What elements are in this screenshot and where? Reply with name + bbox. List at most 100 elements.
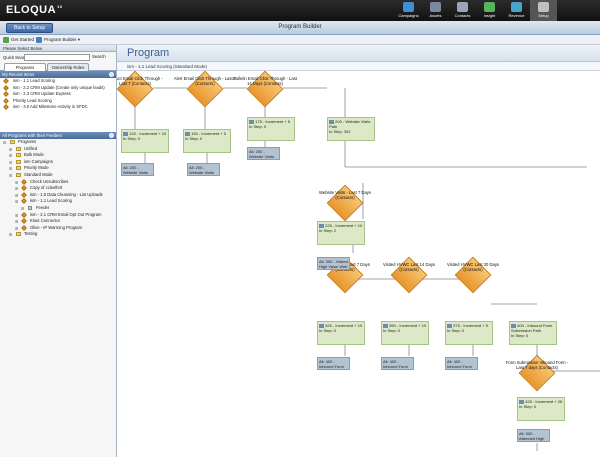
decision-node[interactable]: Product Email Click Through - Last 7 (Co…	[117, 70, 163, 108]
tab-ownership-rules[interactable]: Ownership Rules	[47, 63, 89, 71]
step-name: Increment +	[265, 119, 287, 124]
nav-assets[interactable]: Assets	[422, 0, 449, 21]
recent-item[interactable]: ism - 1.1 Lead Scoring	[0, 78, 116, 85]
action-node[interactable]: All: 400 - Inbound Form Submission Path	[381, 357, 414, 370]
step-node[interactable]: 225 - Increment + 10 In Step: 2	[317, 221, 365, 245]
back-to-setup-button[interactable]: Back to Setup	[6, 23, 54, 33]
decision-label: Product Email Click Through - Last 7 (Co…	[117, 76, 163, 86]
quick-search: Quick Search: Search	[0, 52, 116, 63]
nav-label: Assets	[429, 13, 442, 18]
step-count: In Step: 0	[123, 136, 141, 141]
step-node[interactable]: 350 - Increment + 10 In Step: 0	[381, 321, 429, 345]
tree-item[interactable]: ⊞ Copy of ccleelfert	[0, 185, 116, 192]
expand-icon[interactable]: ⊞	[9, 232, 12, 239]
collapse-icon[interactable]	[109, 72, 114, 77]
step-node[interactable]: 425 - Increment + 25 In Step: 0	[517, 397, 565, 421]
decision-label: Visited HVWC Last 14 Days (Contacts)	[382, 262, 436, 272]
tree-item[interactable]: ⊞ Testing	[0, 231, 116, 238]
search-button[interactable]: Search	[92, 54, 106, 59]
program-icon	[3, 91, 9, 98]
get-started-button[interactable]: Get Started	[3, 36, 34, 44]
action-node[interactable]: All: 200 - Website Visits Path	[247, 147, 280, 160]
step-count: In Step: 0	[383, 328, 401, 333]
nav-insight[interactable]: Insight	[476, 0, 503, 21]
nav-revenue[interactable]: Revenue	[503, 0, 530, 21]
step-count: In Step: 392	[329, 129, 351, 134]
action-label: All: 200 - Website Visits Path	[123, 165, 148, 175]
step-count: In Step: 0	[185, 136, 203, 141]
step-name: Increment +	[535, 399, 557, 404]
step-node[interactable]: 150 - Increment + 5 In Step: 0	[183, 129, 231, 153]
page-title: Program Builder	[278, 24, 322, 30]
folder-icon	[16, 166, 21, 171]
tree-item[interactable]: ⊞ ism Campaigns	[0, 159, 116, 166]
step-node[interactable]: 200 - Website Visits Path In Step: 392	[327, 117, 375, 141]
tree-item-label: Bulk Mode	[24, 152, 44, 158]
action-node[interactable]: All: 200 - Website Visits Path	[121, 163, 154, 176]
tree-item[interactable]: ⊞ Priority Mode	[0, 165, 116, 172]
tree-item[interactable]: ⊞ ism - 1.1 Lead Scoring	[0, 198, 116, 205]
search-input[interactable]	[24, 54, 90, 61]
tree-item[interactable]: ⊞ Feeder	[0, 205, 116, 212]
program-icon	[21, 198, 27, 205]
folder-icon	[16, 153, 21, 158]
action-node[interactable]: All: 400 - Inbound Form Submission Path	[317, 357, 350, 370]
nav-campaigns[interactable]: Campaigns	[395, 0, 422, 21]
action-label: All: 500 - Attended High Touch Event	[519, 431, 545, 441]
decision-node[interactable]: Form Submission Inbound Form - Last 7 da…	[506, 354, 568, 392]
tree-item[interactable]: ⊞ Standard Mode	[0, 172, 116, 179]
all-programs-header: All Programs with their Feeders	[0, 132, 116, 139]
step-count: In Step: 0	[249, 124, 267, 129]
tree-item[interactable]: ⊞ Check Unsubscribes	[0, 179, 116, 186]
step-count: In Step: 2	[319, 228, 337, 233]
action-node[interactable]: All: 400 - Inbound Form Submission Path	[445, 357, 478, 370]
action-node[interactable]: All: 300 - Visited High Value Web Conten…	[317, 257, 350, 270]
tree-item[interactable]: ⊞ ism - 2.1 CRM Email Opt Out Program	[0, 212, 116, 219]
sidebar-header: Please Select Below	[0, 45, 116, 52]
sidebar-tabs: Programs Ownership Rules	[0, 63, 116, 71]
tree-item[interactable]: ⊞ Klout Connector	[0, 218, 116, 225]
step-node[interactable]: 375 - Increment + 5 In Step: 0	[445, 321, 493, 345]
recent-item[interactable]: Priority Lead Scoring	[0, 98, 116, 105]
step-count: In Step: 0	[511, 333, 529, 338]
tree-item[interactable]: ⊞ ism - 1.0 Data Cleansing - List Uploads	[0, 192, 116, 199]
get-started-icon	[3, 37, 9, 43]
collapse-icon[interactable]	[109, 133, 114, 138]
decision-label: Bulletin Email Click Through - Last 14 D…	[233, 76, 297, 86]
step-count: In Step: 0	[447, 328, 465, 333]
assets-icon	[430, 2, 441, 12]
sub-header: Program Builder Back to Setup	[0, 21, 600, 35]
program-builder-menu[interactable]: Program Builder ▾	[36, 36, 80, 44]
decision-node[interactable]: Visited HVWC Last 14 Days (Contacts)	[383, 256, 435, 294]
contacts-icon	[457, 2, 468, 12]
tree-item[interactable]: ⊞ Olive - IP Warming Program	[0, 225, 116, 232]
action-node[interactable]: All: 200 - Website Visits Path	[187, 163, 220, 176]
tree-item-label: Check Unsubscribes	[30, 178, 69, 184]
tree-item[interactable]: ⊞ Programs	[0, 139, 116, 146]
action-label: All: 400 - Inbound Form Submission Path	[383, 359, 408, 369]
step-value: 10	[357, 223, 363, 228]
step-value: 5	[287, 119, 290, 124]
action-node[interactable]: All: 500 - Attended High Touch Event	[517, 429, 550, 442]
program-flow-canvas[interactable]: Product Email Click Through - Last 7 (Co…	[117, 70, 600, 457]
tree-item[interactable]: ⊞ Unfiled	[0, 146, 116, 153]
recent-item[interactable]: ism - 3.0 Add Milestone Activity in SFDC	[0, 104, 116, 111]
tab-programs[interactable]: Programs	[4, 63, 46, 71]
decision-label: Website Visits - Last 7 Days (Contacts)	[319, 190, 371, 200]
step-node[interactable]: 120 - Increment + 10 In Step: 0	[121, 129, 169, 153]
nav-label: Revenue	[508, 13, 525, 18]
nav-contacts[interactable]: Contacts	[449, 0, 476, 21]
tree-item[interactable]: ⊞ Bulk Mode	[0, 152, 116, 159]
decision-node[interactable]: Bulletin Email Click Through - Last 14 D…	[233, 70, 297, 108]
step-node[interactable]: 400 - Inbound Form Submission Path In St…	[509, 321, 557, 345]
program-icon	[21, 218, 27, 224]
recent-item[interactable]: ism - 2.2 CRM Update (Create only unique…	[0, 85, 116, 92]
setup-icon	[538, 2, 549, 12]
decision-node[interactable]: Visited HVWC Last 30 Days (Contacts)	[447, 256, 499, 294]
recent-item[interactable]: ism - 2.3 CRM Update Express	[0, 91, 116, 98]
step-node[interactable]: 325 - Increment + 10 In Step: 0	[317, 321, 365, 345]
decision-node[interactable]: Website Visits - Last 7 Days (Contacts)	[319, 184, 371, 222]
nav-setup[interactable]: Setup	[530, 0, 557, 21]
decision-node[interactable]: Alert Email Click Through - Last 7 (Cont…	[174, 70, 236, 108]
step-node[interactable]: 175 - Increment + 5 In Step: 0	[247, 117, 295, 141]
